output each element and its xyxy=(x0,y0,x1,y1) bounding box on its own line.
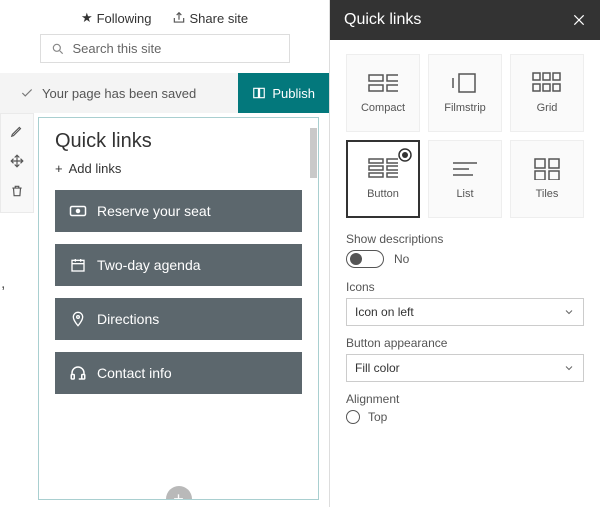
search-placeholder: Search this site xyxy=(73,41,162,56)
quick-link-item[interactable]: Contact info xyxy=(55,352,302,394)
webpart-title: Quick links xyxy=(55,130,302,153)
tiles-layout-icon xyxy=(532,158,562,180)
layout-option-tiles[interactable]: Tiles xyxy=(510,140,584,218)
quick-links-webpart[interactable]: Quick links + Add links Reserve your sea… xyxy=(38,117,319,500)
quick-link-item[interactable]: Two-day agenda xyxy=(55,244,302,286)
list-layout-icon xyxy=(450,158,480,180)
status-bar: Your page has been saved Publish xyxy=(0,73,329,113)
panel-title: Quick links xyxy=(344,11,421,29)
appearance-value: Fill color xyxy=(355,361,400,375)
plus-icon: + xyxy=(173,489,184,501)
headset-icon xyxy=(69,364,87,382)
share-icon xyxy=(172,11,186,25)
alignment-label: Alignment xyxy=(346,392,584,406)
quick-link-label: Reserve your seat xyxy=(97,203,211,219)
icons-value: Icon on left xyxy=(355,305,414,319)
button-layout-icon xyxy=(368,158,398,180)
chevron-down-icon xyxy=(563,362,575,374)
move-tool[interactable] xyxy=(8,152,26,170)
layout-picker: Compact Filmstrip Grid xyxy=(346,54,584,218)
search-icon xyxy=(51,42,73,56)
add-section-button[interactable]: + xyxy=(166,486,192,500)
panel-header: Quick links xyxy=(330,0,600,40)
selected-radio-icon xyxy=(398,148,412,162)
toggle-knob-icon xyxy=(350,253,362,265)
layout-label: Grid xyxy=(537,102,558,114)
publish-button[interactable]: Publish xyxy=(238,73,329,113)
show-descriptions-toggle[interactable] xyxy=(346,250,384,268)
following-action[interactable]: ★ Following xyxy=(81,10,152,26)
search-input[interactable]: Search this site xyxy=(40,34,290,63)
close-panel-button[interactable] xyxy=(572,13,586,27)
quick-link-item[interactable]: Directions xyxy=(55,298,302,340)
calendar-icon xyxy=(69,256,87,274)
layout-option-button[interactable]: Button xyxy=(346,140,420,218)
ticket-icon xyxy=(69,202,87,220)
layout-option-compact[interactable]: Compact xyxy=(346,54,420,132)
compact-layout-icon xyxy=(368,72,398,94)
vertical-scrollbar[interactable] xyxy=(310,128,317,178)
status-text: Your page has been saved xyxy=(42,86,196,101)
layout-option-list[interactable]: List xyxy=(428,140,502,218)
webpart-toolbar xyxy=(0,113,34,213)
show-descriptions-value: No xyxy=(394,252,409,266)
icons-select[interactable]: Icon on left xyxy=(346,298,584,326)
plus-icon: + xyxy=(55,161,63,176)
following-label: Following xyxy=(97,11,152,26)
book-icon xyxy=(252,86,266,100)
layout-label: Button xyxy=(367,188,399,200)
stray-text: , xyxy=(1,275,5,293)
appearance-select[interactable]: Fill color xyxy=(346,354,584,382)
delete-tool[interactable] xyxy=(8,182,26,200)
star-icon: ★ xyxy=(81,10,93,26)
alignment-option-top[interactable]: Top xyxy=(346,410,584,424)
map-pin-icon xyxy=(69,310,87,328)
quick-link-label: Contact info xyxy=(97,365,172,381)
edit-tool[interactable] xyxy=(8,122,26,140)
alignment-option-label: Top xyxy=(368,410,387,424)
quick-link-item[interactable]: Reserve your seat xyxy=(55,190,302,232)
check-icon xyxy=(20,86,34,100)
share-site-action[interactable]: Share site xyxy=(172,10,249,26)
chevron-down-icon xyxy=(563,306,575,318)
quick-link-label: Two-day agenda xyxy=(97,257,201,273)
icons-label: Icons xyxy=(346,280,584,294)
layout-label: Tiles xyxy=(536,188,559,200)
add-links-button[interactable]: + Add links xyxy=(55,161,302,176)
add-links-label: Add links xyxy=(69,161,122,176)
layout-label: List xyxy=(456,188,473,200)
layout-label: Filmstrip xyxy=(444,102,486,114)
appearance-label: Button appearance xyxy=(346,336,584,350)
layout-label: Compact xyxy=(361,102,405,114)
share-label: Share site xyxy=(190,11,249,26)
publish-label: Publish xyxy=(272,86,315,101)
filmstrip-layout-icon xyxy=(450,72,480,94)
layout-option-filmstrip[interactable]: Filmstrip xyxy=(428,54,502,132)
grid-layout-icon xyxy=(532,72,562,94)
radio-icon xyxy=(346,410,360,424)
quick-link-label: Directions xyxy=(97,311,159,327)
show-descriptions-label: Show descriptions xyxy=(346,232,584,246)
layout-option-grid[interactable]: Grid xyxy=(510,54,584,132)
